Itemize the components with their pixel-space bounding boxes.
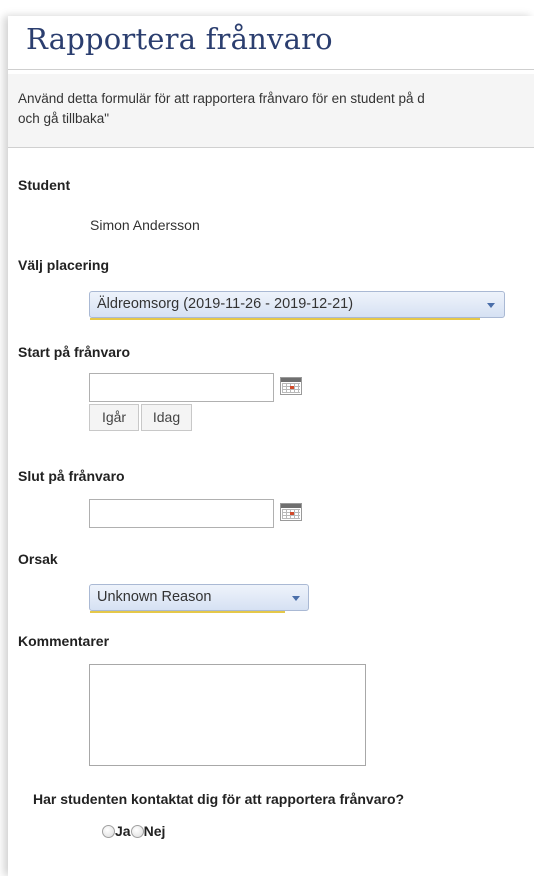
comments-textarea[interactable] <box>89 664 366 766</box>
radio-no-label[interactable]: Nej <box>144 823 166 839</box>
absence-end-date-input[interactable] <box>89 499 274 528</box>
reason-select[interactable]: Unknown Reason <box>89 584 309 613</box>
chevron-down-icon <box>292 596 300 601</box>
page-title: Rapportera frånvaro <box>26 22 333 56</box>
calendar-icon[interactable] <box>280 503 302 521</box>
absence-end-label: Slut på frånvaro <box>18 468 125 484</box>
reason-label: Orsak <box>18 551 58 567</box>
absence-start-label: Start på frånvaro <box>18 344 131 360</box>
title-divider <box>8 69 534 70</box>
radio-yes[interactable] <box>102 824 115 838</box>
student-name: Simon Andersson <box>90 217 200 233</box>
chevron-down-icon <box>487 303 495 308</box>
radio-yes-label[interactable]: Ja <box>115 823 131 839</box>
today-button[interactable]: Idag <box>141 404 192 431</box>
placement-select[interactable]: Äldreomsorg (2019-11-26 - 2019-12-21) <box>89 291 505 320</box>
contact-radio-group: Ja Nej <box>102 823 165 839</box>
radio-no[interactable] <box>130 824 144 838</box>
absence-start-date-input[interactable] <box>89 373 274 402</box>
calendar-icon[interactable] <box>280 377 302 395</box>
reason-selected-value: Unknown Reason <box>97 589 212 605</box>
info-text-line2: och gå tillbaka" <box>18 111 110 126</box>
yesterday-button[interactable]: Igår <box>89 404 139 431</box>
placement-selected-value: Äldreomsorg (2019-11-26 - 2019-12-21) <box>97 296 354 312</box>
info-text-line1: Använd detta formulär för att rapportera… <box>18 91 425 106</box>
info-box: Använd detta formulär för att rapportera… <box>8 74 534 148</box>
student-label: Student <box>18 177 71 193</box>
select-focus-underline <box>90 318 480 320</box>
comments-label: Kommentarer <box>18 633 110 649</box>
select-focus-underline <box>90 611 285 613</box>
placement-label: Välj placering <box>18 257 110 273</box>
report-absence-panel: Rapportera frånvaro Använd detta formulä… <box>8 16 534 876</box>
contact-question-label: Har studenten kontaktat dig för att rapp… <box>33 791 405 807</box>
